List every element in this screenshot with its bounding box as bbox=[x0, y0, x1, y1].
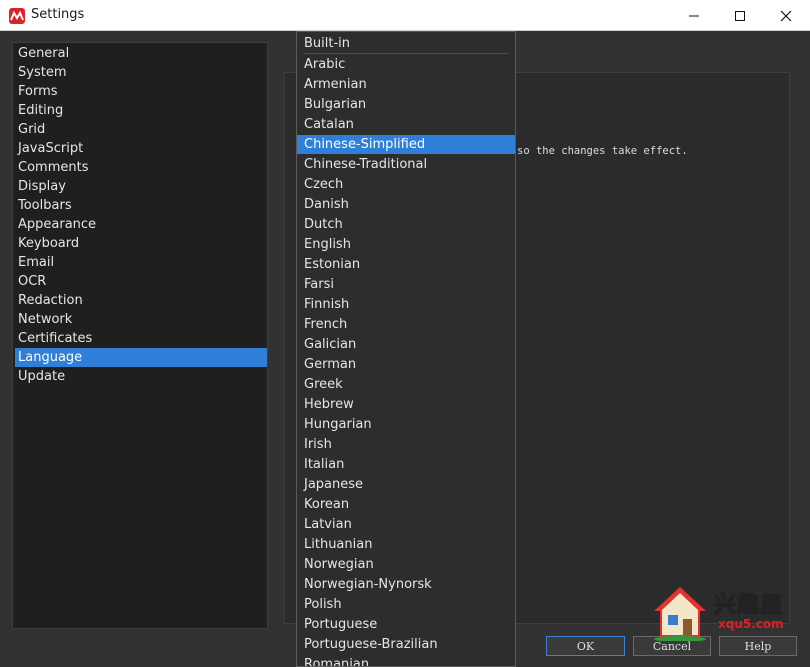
sidebar-item-forms[interactable]: Forms bbox=[15, 82, 267, 101]
sidebar-item-keyboard[interactable]: Keyboard bbox=[15, 234, 267, 253]
close-icon bbox=[780, 10, 792, 21]
dropdown-separator bbox=[303, 53, 509, 54]
minimize-button[interactable] bbox=[671, 0, 717, 31]
language-option-catalan[interactable]: Catalan bbox=[297, 115, 515, 134]
language-option-galician[interactable]: Galician bbox=[297, 335, 515, 354]
sidebar-item-toolbars[interactable]: Toolbars bbox=[15, 196, 267, 215]
sidebar-item-editing[interactable]: Editing bbox=[15, 101, 267, 120]
minimize-icon bbox=[689, 15, 699, 16]
watermark-url: xqu5.com bbox=[718, 617, 784, 631]
language-option-bulgarian[interactable]: Bulgarian bbox=[297, 95, 515, 114]
sidebar-item-email[interactable]: Email bbox=[15, 253, 267, 272]
sidebar-item-language[interactable]: Language bbox=[15, 348, 267, 367]
language-option-dutch[interactable]: Dutch bbox=[297, 215, 515, 234]
sidebar-item-redaction[interactable]: Redaction bbox=[15, 291, 267, 310]
language-option-lithuanian[interactable]: Lithuanian bbox=[297, 535, 515, 554]
sidebar-item-system[interactable]: System bbox=[15, 63, 267, 82]
window-title: Settings bbox=[31, 7, 85, 22]
sidebar-item-certificates[interactable]: Certificates bbox=[15, 329, 267, 348]
language-option-latvian[interactable]: Latvian bbox=[297, 515, 515, 534]
sidebar-item-update[interactable]: Update bbox=[15, 367, 267, 386]
sidebar-item-javascript[interactable]: JavaScript bbox=[15, 139, 267, 158]
title-bar: Settings bbox=[0, 0, 810, 31]
language-option-norwegian-nynorsk[interactable]: Norwegian-Nynorsk bbox=[297, 575, 515, 594]
language-option-danish[interactable]: Danish bbox=[297, 195, 515, 214]
language-option-japanese[interactable]: Japanese bbox=[297, 475, 515, 494]
language-option-french[interactable]: French bbox=[297, 315, 515, 334]
maximize-button[interactable] bbox=[717, 0, 763, 31]
sidebar-item-network[interactable]: Network bbox=[15, 310, 267, 329]
language-option-czech[interactable]: Czech bbox=[297, 175, 515, 194]
language-option-portuguese-brazilian[interactable]: Portuguese-Brazilian bbox=[297, 635, 515, 654]
language-option-armenian[interactable]: Armenian bbox=[297, 75, 515, 94]
maximize-icon bbox=[735, 10, 745, 21]
language-option-norwegian[interactable]: Norwegian bbox=[297, 555, 515, 574]
language-dropdown-list[interactable]: Built-in Arabic Armenian Bulgarian Catalan C… bbox=[296, 31, 516, 667]
watermark-title: 兴趣屋 bbox=[713, 593, 784, 619]
language-option-german[interactable]: German bbox=[297, 355, 515, 374]
watermark: 兴趣屋 xqu5.com bbox=[650, 583, 790, 643]
language-option-polish[interactable]: Polish bbox=[297, 595, 515, 614]
app-logo-icon bbox=[9, 8, 25, 24]
sidebar-item-appearance[interactable]: Appearance bbox=[15, 215, 267, 234]
language-option-irish[interactable]: Irish bbox=[297, 435, 515, 454]
language-option-farsi[interactable]: Farsi bbox=[297, 275, 515, 294]
restart-hint-text: so the changes take effect. bbox=[517, 145, 688, 157]
language-option-portuguese[interactable]: Portuguese bbox=[297, 615, 515, 634]
language-option-hebrew[interactable]: Hebrew bbox=[297, 395, 515, 414]
sidebar-item-ocr[interactable]: OCR bbox=[15, 272, 267, 291]
sidebar-item-comments[interactable]: Comments bbox=[15, 158, 267, 177]
dropdown-group-header: Built-in bbox=[304, 36, 351, 51]
language-option-italian[interactable]: Italian bbox=[297, 455, 515, 474]
language-option-greek[interactable]: Greek bbox=[297, 375, 515, 394]
sidebar-item-grid[interactable]: Grid bbox=[15, 120, 267, 139]
language-option-chinese-simplified[interactable]: Chinese-Simplified bbox=[297, 135, 515, 154]
language-option-korean[interactable]: Korean bbox=[297, 495, 515, 514]
house-logo-icon bbox=[654, 587, 706, 642]
category-list[interactable]: General System Forms Editing Grid JavaScript C… bbox=[12, 42, 268, 629]
language-option-hungarian[interactable]: Hungarian bbox=[297, 415, 515, 434]
language-option-english[interactable]: English bbox=[297, 235, 515, 254]
language-option-chinese-traditional[interactable]: Chinese-Traditional bbox=[297, 155, 515, 174]
language-option-finnish[interactable]: Finnish bbox=[297, 295, 515, 314]
ok-button[interactable]: OK bbox=[546, 636, 625, 656]
language-option-estonian[interactable]: Estonian bbox=[297, 255, 515, 274]
close-button[interactable] bbox=[763, 0, 809, 31]
sidebar-item-general[interactable]: General bbox=[15, 44, 267, 63]
language-option-arabic[interactable]: Arabic bbox=[297, 55, 515, 74]
sidebar-item-display[interactable]: Display bbox=[15, 177, 267, 196]
language-option-romanian[interactable]: Romanian bbox=[297, 655, 515, 666]
